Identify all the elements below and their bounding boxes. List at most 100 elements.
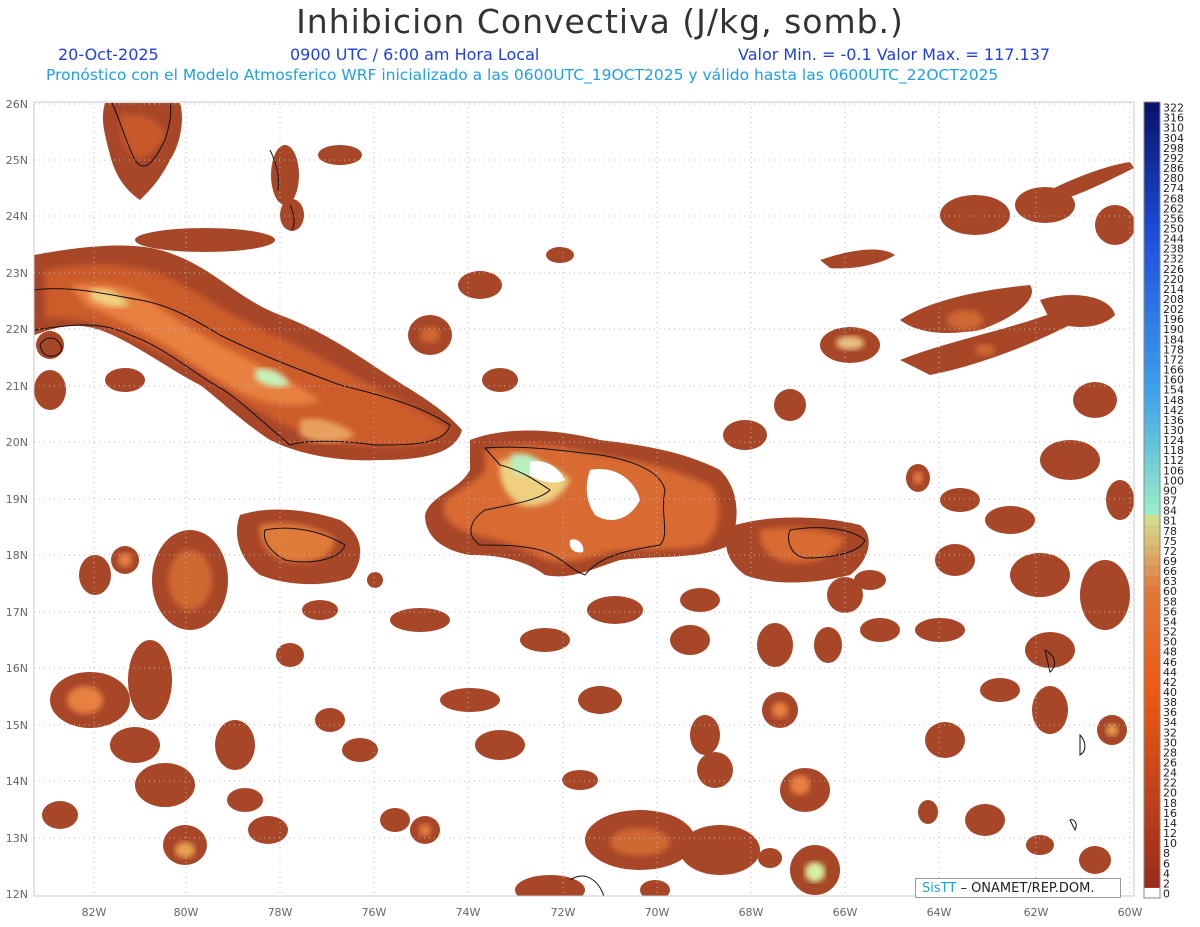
- colorbar-swatch: [1144, 716, 1160, 728]
- colorbar-swatch: [1144, 565, 1160, 576]
- colorbar: 3223163103042982922862802742682622562502…: [1143, 101, 1184, 901]
- colorbar-swatch: [1144, 505, 1160, 516]
- colorbar-swatch: [1144, 676, 1160, 687]
- colorbar-label: 0: [1163, 888, 1170, 901]
- lon-label: 80W: [174, 906, 199, 919]
- colorbar-swatch: [1144, 222, 1160, 234]
- lon-label: 82W: [82, 906, 107, 919]
- colorbar-swatch: [1144, 474, 1160, 486]
- colorbar-swatch: [1144, 484, 1160, 496]
- colorbar-swatch: [1144, 132, 1160, 143]
- colorbar-swatch: [1144, 152, 1160, 163]
- longitude-labels: 82W 80W 78W 76W 74W 72W 70W 68W 66W 64W …: [82, 906, 1143, 919]
- lon-label: 72W: [551, 906, 576, 919]
- credit-text: – ONAMET/REP.DOM.: [960, 881, 1095, 896]
- credit-box: SisTT – ONAMET/REP.DOM.: [915, 878, 1121, 898]
- colorbar-swatch: [1144, 807, 1160, 818]
- colorbar-swatch: [1144, 404, 1160, 415]
- lon-label: 62W: [1024, 906, 1049, 919]
- colorbar-swatch: [1144, 303, 1160, 314]
- colorbar-swatch: [1144, 756, 1160, 768]
- lat-label: 20N: [6, 436, 28, 449]
- colorbar-swatch: [1144, 464, 1160, 476]
- colorbar-swatch: [1144, 545, 1160, 556]
- colorbar-swatch: [1144, 847, 1160, 859]
- lon-label: 66W: [833, 906, 858, 919]
- colorbar-swatch: [1144, 142, 1160, 153]
- colorbar-swatch: [1144, 515, 1160, 526]
- colorbar-swatch: [1144, 263, 1160, 274]
- colorbar-swatch: [1144, 353, 1160, 365]
- lat-label: 12N: [6, 888, 28, 901]
- colorbar-swatch: [1144, 494, 1160, 506]
- colorbar-swatch: [1144, 454, 1160, 466]
- lat-label: 19N: [6, 493, 28, 506]
- lon-label: 74W: [456, 906, 481, 919]
- colorbar-swatch: [1144, 746, 1160, 758]
- colorbar-swatch: [1144, 706, 1160, 718]
- colorbar-swatch: [1144, 636, 1160, 647]
- colorbar-swatch: [1144, 424, 1160, 435]
- lat-label: 15N: [6, 719, 28, 732]
- colorbar-swatch: [1144, 394, 1160, 405]
- lat-label: 22N: [6, 323, 28, 336]
- lon-label: 78W: [268, 906, 293, 919]
- colorbar-swatch: [1144, 625, 1160, 637]
- colorbar-swatch: [1144, 797, 1160, 808]
- lat-label: 13N: [6, 832, 28, 845]
- lon-label: 68W: [739, 906, 764, 919]
- lat-label: 14N: [6, 775, 28, 788]
- colorbar-swatch: [1144, 827, 1160, 838]
- colorbar-swatch: [1144, 333, 1160, 345]
- colorbar-swatch: [1144, 192, 1160, 204]
- colorbar-swatch: [1144, 102, 1160, 113]
- colorbar-swatch: [1144, 363, 1160, 375]
- colorbar-swatch: [1144, 867, 1160, 879]
- colorbar-swatch: [1144, 313, 1160, 325]
- colorbar-swatch: [1144, 726, 1160, 738]
- colorbar-swatch: [1144, 817, 1160, 828]
- colorbar-swatch: [1144, 444, 1160, 456]
- colorbar-swatch: [1144, 434, 1160, 445]
- colorbar-swatch: [1144, 273, 1160, 284]
- lon-label: 60W: [1118, 906, 1143, 919]
- weather-map: 26N 25N 24N 23N 22N 21N 20N 19N 18N 17N …: [6, 98, 1184, 919]
- lon-label: 64W: [927, 906, 952, 919]
- colorbar-swatch: [1144, 182, 1160, 194]
- colorbar-swatch: [1144, 585, 1160, 597]
- colorbar-swatch: [1144, 646, 1160, 657]
- lat-label: 21N: [6, 380, 28, 393]
- lat-label: 24N: [6, 210, 28, 223]
- colorbar-swatch: [1144, 112, 1160, 123]
- lat-label: 26N: [6, 98, 28, 111]
- lat-label: 23N: [6, 267, 28, 280]
- colorbar-swatch: [1144, 686, 1160, 697]
- colorbar-swatch: [1144, 162, 1160, 173]
- colorbar-swatch: [1144, 343, 1160, 355]
- colorbar-swatch: [1144, 414, 1160, 425]
- lat-label: 18N: [6, 549, 28, 562]
- colorbar-swatch: [1144, 767, 1160, 778]
- colorbar-swatch: [1144, 777, 1160, 788]
- colorbar-swatch: [1144, 243, 1160, 254]
- colorbar-swatch: [1144, 615, 1160, 627]
- colorbar-swatch: [1144, 323, 1160, 335]
- colorbar-swatch: [1144, 122, 1160, 133]
- colorbar-swatch: [1144, 172, 1160, 184]
- colorbar-swatch: [1144, 605, 1160, 617]
- colorbar-swatch: [1144, 374, 1160, 385]
- colorbar-swatch: [1144, 555, 1160, 566]
- lon-label: 76W: [362, 906, 387, 919]
- colorbar-swatch: [1144, 212, 1160, 224]
- colorbar-swatch: [1144, 887, 1160, 899]
- colorbar-swatch: [1144, 837, 1160, 849]
- colorbar-swatch: [1144, 877, 1160, 889]
- colorbar-swatch: [1144, 857, 1160, 869]
- colorbar-swatch: [1144, 666, 1160, 677]
- colorbar-swatch: [1144, 384, 1160, 395]
- colorbar-swatch: [1144, 696, 1160, 707]
- sistt-logo: SisTT: [922, 881, 957, 896]
- colorbar-swatch: [1144, 575, 1160, 587]
- colorbar-swatch: [1144, 283, 1160, 294]
- colorbar-swatch: [1144, 736, 1160, 748]
